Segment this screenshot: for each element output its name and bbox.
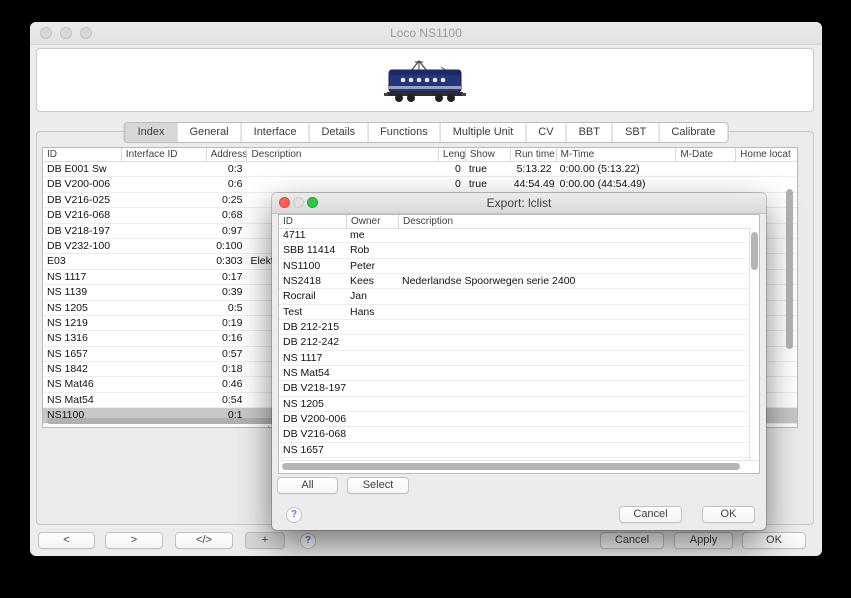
ok-button[interactable]: OK (742, 532, 806, 549)
dialog-cancel-button[interactable]: Cancel (619, 506, 682, 523)
list-item[interactable]: DB V218-197 (279, 381, 759, 396)
list-item[interactable]: NS 1657 (279, 443, 759, 458)
tab[interactable]: Interface (241, 123, 309, 142)
dialog-title: Export: lclist (272, 193, 766, 213)
help-button[interactable]: ? (300, 533, 316, 549)
export-dialog: Export: lclist ID Owner Description 4711… (272, 193, 766, 530)
col-length[interactable]: Length (438, 148, 465, 161)
col-interface-id[interactable]: Interface ID (121, 148, 206, 161)
list-item[interactable]: NS1100 Peter (279, 259, 759, 274)
loco-table-header: ID Interface ID Address Description Leng… (43, 148, 797, 162)
dialog-vertical-scroll-thumb[interactable] (751, 232, 758, 270)
table-row[interactable]: DB V200-006 0:6 0 true 44:54.49 0:00.00 … (43, 177, 797, 192)
tab[interactable]: Index (125, 123, 177, 142)
tab[interactable]: Functions (367, 123, 440, 142)
table-row[interactable]: DB E001 Sw 0:3 0 true 5:13.22 0:00.00 (5… (43, 162, 797, 177)
col-description[interactable]: Description (246, 148, 437, 161)
col-id[interactable]: ID (279, 215, 346, 228)
xml-button[interactable]: </> (175, 532, 233, 549)
tab-bar: IndexGeneralInterfaceDetailsFunctionsMul… (124, 122, 729, 143)
cancel-button[interactable]: Cancel (600, 532, 664, 549)
dialog-ok-button[interactable]: OK (702, 506, 755, 523)
dialog-help-button[interactable]: ? (286, 507, 302, 523)
window-titlebar[interactable]: Loco NS1100 (30, 22, 822, 45)
add-button[interactable]: + (245, 532, 285, 549)
all-button[interactable]: All (277, 477, 338, 494)
export-list-body: 4711 me SBB 11414 Rob NS1100 Peter (279, 228, 759, 463)
list-item[interactable]: NS Mat54 (279, 366, 759, 381)
tab[interactable]: CV (525, 123, 565, 142)
list-item[interactable]: DB 212-215 (279, 320, 759, 335)
col-owner[interactable]: Owner (346, 215, 398, 228)
window-title: Loco NS1100 (30, 22, 822, 44)
next-button[interactable]: > (105, 532, 163, 549)
list-item[interactable]: DB 212-242 (279, 335, 759, 350)
list-item[interactable]: SBB 11414 Rob (279, 243, 759, 258)
locomotive-image (381, 54, 469, 106)
col-home-location[interactable]: Home locat (735, 148, 797, 161)
apply-button[interactable]: Apply (674, 532, 733, 549)
export-list: ID Owner Description 4711 me SBB 11414 R… (278, 214, 760, 474)
list-item[interactable]: 4711 me (279, 228, 759, 243)
tab[interactable]: SBT (612, 123, 658, 142)
col-run-time[interactable]: Run time (510, 148, 556, 161)
dialog-horizontal-scrollbar[interactable] (279, 460, 759, 473)
select-button[interactable]: Select (347, 477, 409, 494)
col-id[interactable]: ID (43, 148, 121, 161)
list-item[interactable]: NS2418 Kees Nederlandse Spoorwegen serie… (279, 274, 759, 289)
tab[interactable]: Details (308, 123, 367, 142)
dialog-horizontal-scroll-thumb[interactable] (282, 463, 740, 470)
export-list-header: ID Owner Description (279, 215, 759, 229)
prev-button[interactable]: < (38, 532, 95, 549)
tab[interactable]: Calibrate (658, 123, 727, 142)
list-item[interactable]: Test Hans (279, 305, 759, 320)
list-item[interactable]: Rocrail Jan (279, 289, 759, 304)
list-item[interactable]: NS 1205 (279, 397, 759, 412)
col-m-date[interactable]: M-Date (675, 148, 735, 161)
tab[interactable]: General (176, 123, 240, 142)
col-show[interactable]: Show (465, 148, 510, 161)
list-item[interactable]: NS 1117 (279, 351, 759, 366)
col-m-time[interactable]: M-Time (556, 148, 676, 161)
locomotive-image-panel (36, 48, 814, 112)
col-address[interactable]: Address (206, 148, 247, 161)
dialog-vertical-scrollbar[interactable] (749, 228, 759, 461)
list-item[interactable]: DB V216-068 (279, 427, 759, 442)
tab[interactable]: Multiple Unit (440, 123, 526, 142)
col-description[interactable]: Description (398, 215, 748, 228)
dialog-titlebar[interactable]: Export: lclist (272, 193, 766, 214)
table-vertical-scrollbar[interactable] (786, 189, 793, 349)
tab[interactable]: BBT (566, 123, 612, 142)
list-item[interactable]: DB V200-006 (279, 412, 759, 427)
